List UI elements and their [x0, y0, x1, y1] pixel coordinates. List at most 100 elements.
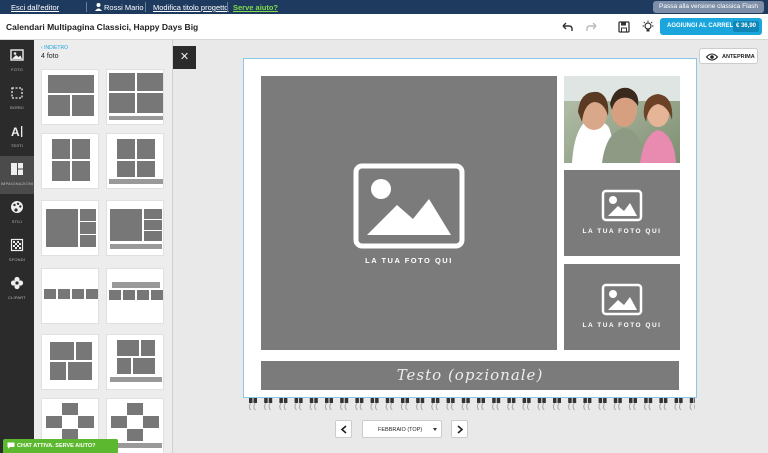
spiral-ring — [537, 398, 546, 411]
add-to-cart-button[interactable]: AGGIUNGI AL CARRELLO € 36,90 — [660, 18, 762, 35]
spiral-ring — [644, 398, 653, 411]
tips-bulb-icon[interactable] — [641, 20, 655, 34]
project-title: Calendari Multipagina Classici, Happy Da… — [6, 22, 199, 32]
sidebar-item-texts[interactable]: A TESTI — [0, 118, 34, 156]
photo-placeholder-label: LA TUA FOTO QUI — [365, 256, 453, 265]
live-chat-button[interactable]: CHAT ATTIVA. SERVE AIUTO? — [3, 439, 118, 453]
spiral-ring — [400, 398, 409, 411]
photo-placeholder-small-1[interactable]: LA TUA FOTO QUI — [564, 170, 680, 256]
chevron-down-icon — [433, 428, 437, 431]
sidebar-item-label: STILI — [11, 219, 23, 224]
tool-sidebar: FOTO BORDI A TESTI IMPAGINAZIONI STILI S… — [0, 40, 34, 453]
close-panel-button[interactable]: ✕ — [173, 46, 196, 69]
family-photo[interactable] — [564, 76, 680, 163]
palette-icon — [11, 201, 23, 213]
chevron-right-icon — [457, 425, 464, 434]
spiral-binding — [248, 398, 695, 411]
month-select-value: FEBBRAIO (TOP) — [378, 427, 423, 433]
chat-bubble-icon — [7, 442, 15, 449]
photo-icon — [10, 49, 24, 61]
image-placeholder-icon — [601, 283, 643, 316]
image-placeholder-icon — [353, 163, 465, 249]
photo-placeholder-label: LA TUA FOTO QUI — [582, 228, 662, 235]
sidebar-item-label: CLIPART — [8, 295, 26, 300]
layout-thumbnail[interactable] — [41, 200, 99, 256]
sidebar-item-backgrounds[interactable]: SFONDI — [0, 232, 34, 270]
user-icon — [95, 3, 102, 11]
photo-placeholder-label: LA TUA FOTO QUI — [582, 322, 662, 329]
text-placeholder[interactable]: Testo (opzionale) — [261, 361, 679, 390]
user-name: Rossi Mario — [104, 3, 144, 12]
spiral-ring — [659, 398, 668, 411]
spiral-ring — [279, 398, 288, 411]
divider — [227, 2, 228, 12]
spiral-ring — [522, 398, 531, 411]
layout-thumbnail[interactable] — [106, 268, 164, 324]
spiral-ring — [583, 398, 592, 411]
spiral-ring — [674, 398, 683, 411]
sidebar-item-label: SFONDI — [8, 257, 26, 262]
layout-thumbnail[interactable] — [41, 268, 99, 324]
exit-editor-link[interactable]: Esci dall'editor — [11, 3, 59, 12]
spiral-ring — [431, 398, 440, 411]
sidebar-item-styles[interactable]: STILI — [0, 194, 34, 232]
help-link[interactable]: Serve aiuto? — [233, 3, 278, 12]
spiral-ring — [568, 398, 577, 411]
spiral-ring — [507, 398, 516, 411]
save-icon[interactable] — [617, 20, 631, 34]
layout-thumbnail[interactable] — [106, 200, 164, 256]
back-label: INDIETRO — [44, 45, 68, 51]
undo-icon[interactable] — [560, 20, 574, 34]
sidebar-item-borders[interactable]: BORDI — [0, 80, 34, 118]
sidebar-item-label: IMPAGINAZIONI — [0, 181, 34, 186]
border-icon — [11, 87, 23, 99]
spiral-ring — [628, 398, 637, 411]
layout-icon — [11, 163, 23, 175]
live-chat-label: CHAT ATTIVA. SERVE AIUTO? — [17, 443, 96, 449]
image-placeholder-icon — [601, 189, 643, 222]
sidebar-item-photos[interactable]: FOTO — [0, 42, 34, 80]
sidebar-item-layouts[interactable]: IMPAGINAZIONI — [0, 156, 34, 194]
spiral-ring — [552, 398, 561, 411]
spiral-ring — [370, 398, 379, 411]
layout-thumbnail[interactable] — [41, 334, 99, 390]
spiral-ring — [294, 398, 303, 411]
svg-text:A: A — [11, 125, 20, 138]
month-select[interactable]: FEBBRAIO (TOP) — [362, 420, 442, 438]
sidebar-item-label: FOTO — [11, 67, 23, 72]
cart-price-badge: € 36,90 — [732, 21, 759, 32]
spiral-ring — [264, 398, 273, 411]
editor-header: Calendari Multipagina Classici, Happy Da… — [0, 14, 768, 40]
back-link[interactable]: ‹ INDIETRO — [41, 45, 68, 51]
layout-thumbnail[interactable] — [106, 334, 164, 390]
spiral-ring — [355, 398, 364, 411]
photo-placeholder-small-2[interactable]: LA TUA FOTO QUI — [564, 264, 680, 350]
close-icon: ✕ — [179, 51, 190, 63]
background-icon — [10, 238, 24, 252]
sidebar-item-clipart[interactable]: CLIPART — [0, 270, 34, 308]
layout-thumbnail[interactable] — [41, 69, 99, 125]
spiral-ring — [598, 398, 607, 411]
rename-project-link[interactable]: Modifica titolo progetto — [153, 3, 228, 12]
prev-month-button[interactable] — [335, 420, 352, 438]
add-to-cart-label: AGGIUNGI AL CARRELLO — [667, 23, 742, 29]
text-icon: A — [11, 125, 23, 138]
spiral-ring — [461, 398, 470, 411]
spiral-ring — [476, 398, 485, 411]
preview-button[interactable]: ANTEPRIMA — [699, 48, 758, 64]
photo-placeholder-large[interactable]: LA TUA FOTO QUI — [261, 76, 557, 350]
divider — [145, 2, 146, 12]
redo-icon[interactable] — [585, 20, 599, 34]
chevron-left-icon — [340, 425, 347, 434]
layout-thumbnail[interactable] — [41, 133, 99, 189]
classic-flash-button[interactable]: Passa alla versione classica Flash — [653, 1, 764, 13]
photo-count: 4 foto — [41, 53, 59, 60]
layout-thumbnail[interactable] — [106, 133, 164, 189]
top-bar: Esci dall'editor Rossi Mario Modifica ti… — [0, 0, 768, 14]
sidebar-item-label: TESTI — [10, 143, 24, 148]
layout-thumbnail[interactable] — [106, 69, 164, 125]
preview-label: ANTEPRIMA — [722, 54, 755, 60]
divider — [86, 2, 87, 12]
next-month-button[interactable] — [451, 420, 468, 438]
spiral-ring — [309, 398, 318, 411]
